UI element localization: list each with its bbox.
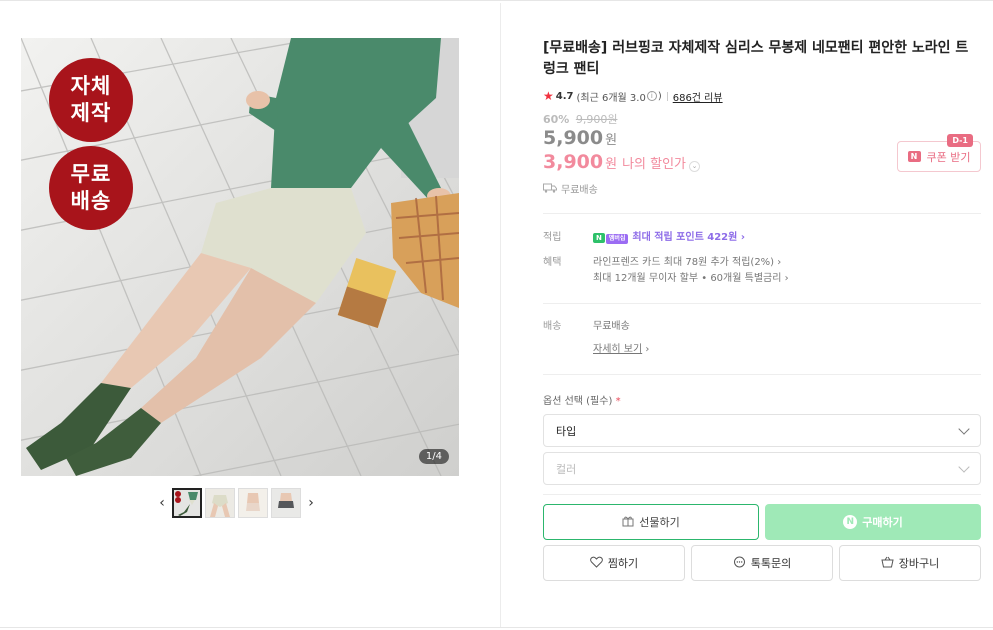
info-icon[interactable]: i: [646, 91, 657, 101]
original-price: 9,900원: [575, 113, 618, 126]
talk-inquiry-button[interactable]: 톡톡문의: [691, 545, 833, 581]
badge-2-line2: 배송: [70, 189, 112, 213]
delivery-content: 무료배송 자세히 보기 ›: [593, 319, 649, 358]
image-counter: 1/4: [418, 449, 449, 464]
thumbnail-next-button[interactable]: ›: [304, 488, 318, 518]
chevron-right-icon: ›: [308, 495, 314, 511]
thumbnail-strip: ‹ ›: [155, 488, 327, 518]
gift-button-label: 선물하기: [639, 516, 680, 529]
discount-row: 60% 9,900원: [543, 111, 981, 126]
points-link: 최대 적립 포인트 422원 ›: [632, 232, 745, 243]
points-content[interactable]: N 멤버십 최대 적립 포인트 422원 ›: [593, 230, 745, 246]
points-label: 적립: [543, 232, 562, 243]
star-icon: ★: [543, 89, 554, 103]
rating-score: 4.7: [555, 90, 574, 102]
thumbnail-2-image: [206, 489, 234, 517]
points-row: 적립 N 멤버십 최대 적립 포인트 422원 ›: [543, 230, 981, 246]
sale-price-currency: 원: [605, 133, 618, 148]
badge-2-line1: 무료: [70, 162, 112, 186]
shopping-bag-icon: [881, 556, 894, 570]
coupon-label: 쿠폰 받기: [926, 150, 971, 164]
chevron-down-icon: [958, 422, 970, 435]
my-price-label: 나의 할인가: [622, 157, 687, 172]
thumbnail-1[interactable]: [172, 488, 202, 518]
options-label-row: 옵션 선택 (필수) *: [543, 392, 981, 407]
naver-n-icon: N: [907, 151, 921, 162]
reviews-link[interactable]: 686건 리뷰: [673, 89, 723, 104]
product-title: [무료배송] 러브핑코 자체제작 심리스 무봉제 네모팬티 편안한 노라인 트렁…: [543, 40, 969, 77]
truck-icon: [543, 183, 557, 193]
cart-button[interactable]: 장바구니: [839, 545, 981, 581]
rating-row: ★ 4.7 (최근 6개월 3.0 i ) 686건 리뷰: [543, 88, 981, 104]
gift-icon: [622, 515, 634, 529]
recent-rating-suffix: ): [657, 90, 662, 102]
perk-card-points[interactable]: 라인프렌즈 카드 최대 78원 추가 적립(2%) ›: [593, 255, 789, 271]
sale-price: 5,900: [543, 127, 604, 149]
thumbnail-4[interactable]: [271, 488, 301, 518]
my-discount-price: 3,900: [543, 151, 604, 173]
delivery-detail[interactable]: 자세히 보기 ›: [593, 342, 649, 358]
npay-icon: N: [593, 233, 605, 243]
chevron-down-icon: [958, 460, 970, 473]
rating-separator: [666, 91, 668, 101]
chat-bubble-icon: [733, 556, 746, 570]
coupon-dday-badge: D-1: [947, 134, 973, 147]
perks-content: 라인프렌즈 카드 최대 78원 추가 적립(2%) › 최대 12개월 무이자 …: [593, 255, 789, 287]
thumbnail-3-image: [239, 489, 267, 517]
delivery-label: 배송: [543, 321, 562, 332]
chevron-right-icon: ›: [645, 344, 650, 355]
shipping-summary-text: 무료배송: [561, 184, 598, 196]
discount-percent: 60%: [543, 113, 570, 126]
bottom-border: [0, 627, 993, 628]
delivery-row: 배송 무료배송 자세히 보기 ›: [543, 319, 981, 358]
product-main-image[interactable]: 자체 제작 무료 배송 1/4: [21, 38, 459, 476]
perks-label: 혜택: [543, 257, 562, 268]
top-border: [0, 0, 993, 3]
talk-inquiry-label: 톡톡문의: [750, 557, 792, 570]
gift-button[interactable]: 선물하기: [543, 504, 759, 540]
naver-n-icon: N: [843, 515, 858, 529]
divider: [543, 213, 981, 214]
thumbnail-2[interactable]: [205, 488, 235, 518]
perks-row: 혜택 라인프렌즈 카드 최대 78원 추가 적립(2%) › 최대 12개월 무…: [543, 255, 981, 287]
coupon-button[interactable]: D-1 N 쿠폰 받기: [897, 134, 981, 172]
thumbnail-1-image: [174, 490, 200, 516]
product-info-panel: [무료배송] 러브핑코 자체제작 심리스 무봉제 네모팬티 편안한 노라인 트렁…: [543, 38, 981, 581]
required-mark: *: [615, 396, 621, 407]
buy-button-label: 구매하기: [862, 516, 903, 529]
column-divider: [500, 3, 501, 627]
cart-button-label: 장바구니: [898, 557, 940, 570]
color-select-value: 컬러: [556, 462, 577, 476]
type-select-value: 타입: [556, 424, 577, 438]
delivery-value: 무료배송: [593, 321, 630, 332]
recent-rating-prefix: (최근 6개월 3.0: [576, 92, 646, 104]
divider: [543, 303, 981, 304]
primary-actions: 선물하기 N 구매하기: [543, 504, 981, 540]
type-select[interactable]: 타입: [543, 414, 981, 447]
badge-1-line1: 자체: [70, 74, 112, 98]
thumbnail-4-image: [272, 489, 300, 517]
badge-1-line2: 제작: [70, 101, 112, 125]
badge-self-made: 자체 제작: [49, 58, 133, 142]
delivery-detail-link: 자세히 보기: [593, 344, 643, 355]
shipping-summary: 무료배송: [543, 181, 981, 196]
thumbnail-3[interactable]: [238, 488, 268, 518]
divider: [543, 494, 981, 495]
membership-icon: 멤버십: [605, 234, 629, 244]
perk-installment[interactable]: 최대 12개월 무이자 할부 • 60개월 특별금리 ›: [593, 271, 789, 287]
chevron-left-icon: ‹: [159, 495, 165, 511]
secondary-actions: 찜하기 톡톡문의 장바구니: [543, 545, 981, 581]
divider: [543, 374, 981, 375]
wishlist-button[interactable]: 찜하기: [543, 545, 685, 581]
badge-free-shipping: 무료 배송: [49, 146, 133, 230]
thumbnail-prev-button[interactable]: ‹: [155, 488, 169, 518]
buy-button[interactable]: N 구매하기: [765, 504, 981, 540]
chevron-down-icon: ⌄: [689, 161, 701, 172]
options-label: 옵션 선택 (필수): [543, 396, 613, 407]
heart-icon: [589, 556, 603, 570]
color-select[interactable]: 컬러: [543, 452, 981, 485]
my-price-currency: 원: [605, 157, 618, 172]
wishlist-button-label: 찜하기: [607, 557, 639, 570]
